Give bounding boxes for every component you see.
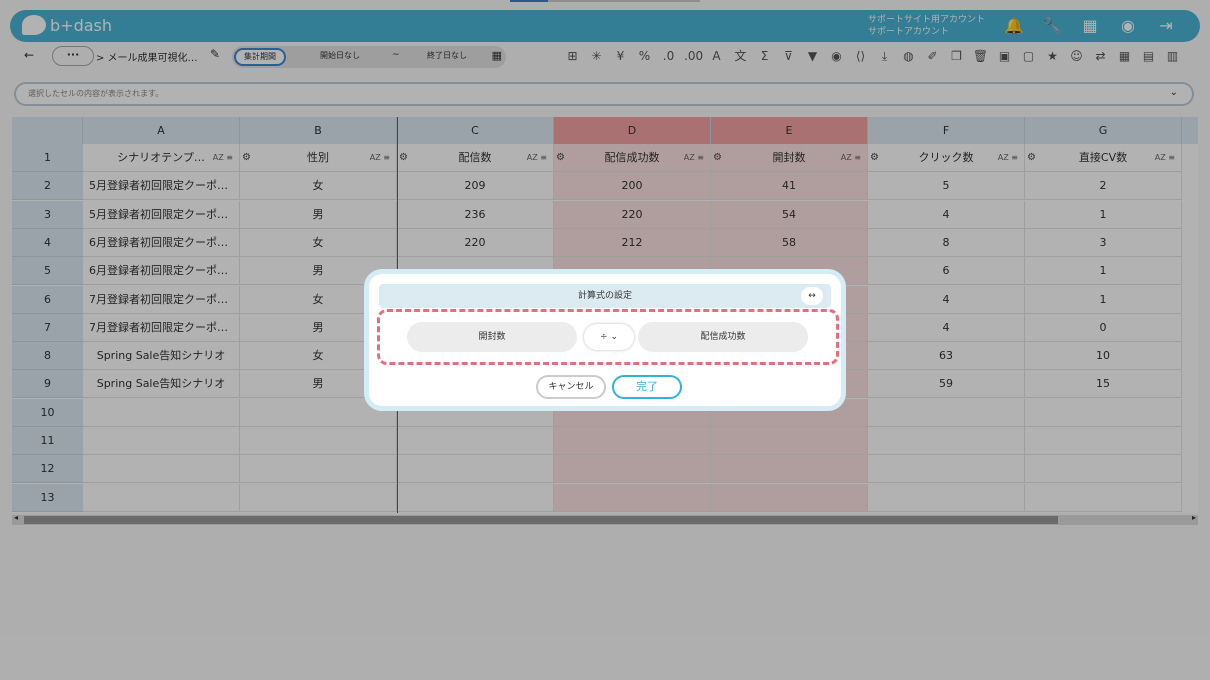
done-button[interactable]: 完了 bbox=[612, 375, 682, 399]
operator-select[interactable]: ÷ ⌄ bbox=[584, 324, 634, 350]
dialog-title: 計算式の設定 bbox=[577, 291, 632, 301]
chevron-down-icon: ⌄ bbox=[610, 332, 618, 342]
cancel-button[interactable]: キャンセル bbox=[536, 375, 606, 399]
right-operand-field[interactable]: 配信成功数 bbox=[638, 322, 808, 352]
formula-area: 開封数 ÷ ⌄ 配信成功数 bbox=[377, 309, 839, 365]
formula-dialog: 計算式の設定 ↔ 開封数 ÷ ⌄ 配信成功数 キャンセル 完了 bbox=[364, 269, 846, 411]
left-operand-field[interactable]: 開封数 bbox=[407, 322, 577, 352]
dialog-header: 計算式の設定 ↔ bbox=[379, 284, 831, 308]
operator-value: ÷ bbox=[600, 332, 608, 342]
expand-icon[interactable]: ↔ bbox=[801, 287, 823, 305]
